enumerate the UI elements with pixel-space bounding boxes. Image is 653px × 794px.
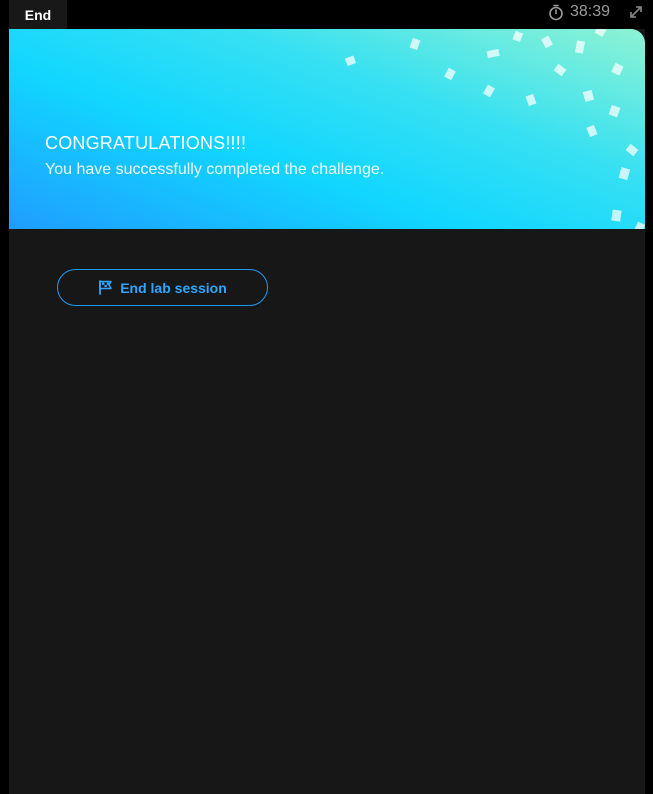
timer-value: 38:39 (569, 3, 610, 20)
confetti-decoration (344, 29, 645, 229)
success-banner: CONGRATULATIONS!!!! You have successfull… (9, 29, 645, 229)
expand-icon (630, 6, 642, 18)
tab-end[interactable]: End (9, 0, 67, 29)
banner-title: CONGRATULATIONS!!!! (45, 133, 247, 153)
end-lab-session-button[interactable]: End lab session (57, 269, 268, 306)
tab-end-label: End (24, 6, 52, 23)
flag-icon (99, 280, 112, 295)
banner-subtitle: You have successfully completed the chal… (45, 161, 385, 178)
session-timer: 38:39 (548, 3, 610, 21)
top-bar: End 38:39 (0, 0, 653, 29)
stopwatch-icon (549, 4, 563, 20)
main-panel: CONGRATULATIONS!!!! You have successfull… (9, 29, 645, 794)
end-lab-session-label: End lab session (120, 279, 227, 296)
expand-button[interactable] (627, 3, 645, 21)
